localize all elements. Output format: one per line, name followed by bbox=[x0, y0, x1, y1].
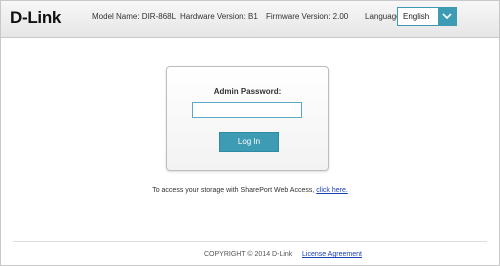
header-bar: D-Link Model Name: DIR-868L Hardware Ver… bbox=[1, 1, 499, 38]
footer-divider bbox=[13, 241, 487, 242]
login-panel: Admin Password: Log In bbox=[166, 66, 329, 171]
model-name: Model Name: DIR-868L bbox=[92, 12, 177, 21]
admin-password-input[interactable] bbox=[192, 102, 302, 118]
language-dropdown-button[interactable] bbox=[438, 8, 456, 25]
dlink-logo: D-Link bbox=[10, 8, 62, 27]
license-agreement-link[interactable]: License Agreement bbox=[302, 251, 362, 258]
shareport-message: To access your storage with SharePort We… bbox=[1, 187, 499, 194]
admin-password-label: Admin Password: bbox=[213, 87, 282, 96]
hardware-version: Hardware Version: B1 bbox=[180, 12, 258, 21]
language-value: English bbox=[403, 12, 430, 21]
login-button[interactable]: Log In bbox=[219, 132, 279, 152]
shareport-text: To access your storage with SharePort We… bbox=[152, 187, 317, 194]
language-select[interactable]: English bbox=[397, 7, 457, 26]
shareport-link[interactable]: click here. bbox=[316, 187, 348, 194]
firmware-version: Firmware Version: 2.00 bbox=[266, 12, 349, 21]
copyright-text: COPYRIGHT © 2014 D-Link bbox=[204, 251, 293, 258]
chevron-down-icon bbox=[442, 13, 452, 20]
